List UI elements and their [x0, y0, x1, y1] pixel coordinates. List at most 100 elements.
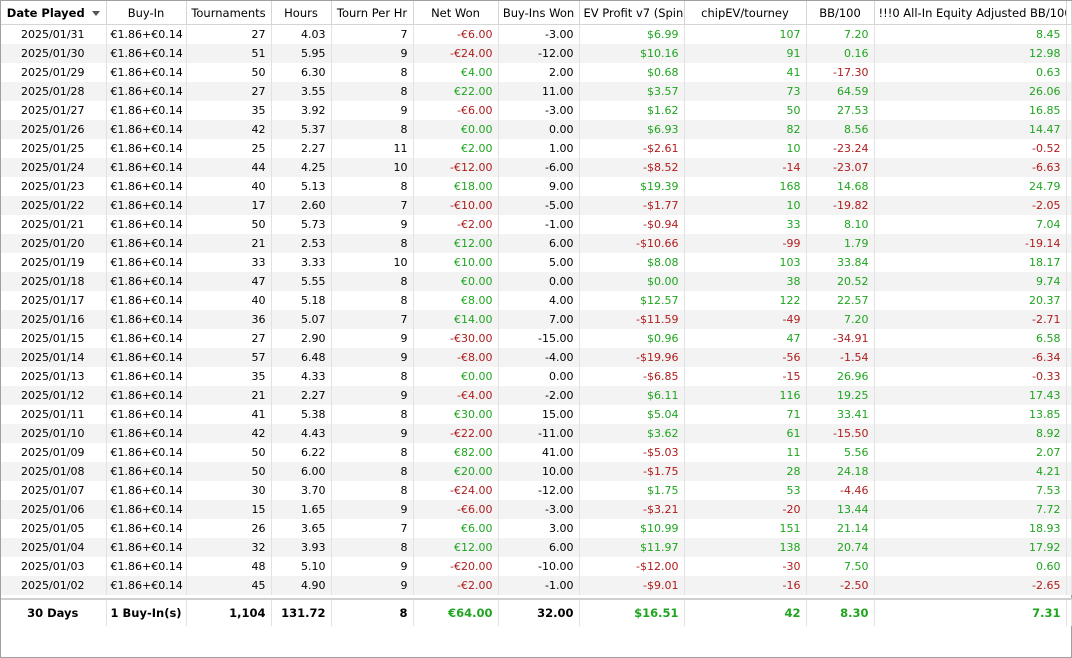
cell-ev: $8.08	[579, 252, 685, 272]
table-row[interactable]: 2025/01/18 €1.86+€0.14 47 5.55 8 €0.00 0.00 $0.…	[1, 271, 1072, 291]
cell-tourn: 35	[186, 100, 272, 120]
cell-aie: 8.92	[874, 423, 1067, 443]
cell-pad	[1066, 290, 1072, 310]
cell-hours: 2.53	[271, 233, 332, 253]
table-row[interactable]: 2025/01/30 €1.86+€0.14 51 5.95 9 -€24.00 -12.0…	[1, 43, 1072, 63]
cell-hours: 2.90	[271, 328, 332, 348]
cell-hours: 6.22	[271, 442, 332, 462]
cell-net: €30.00	[413, 404, 499, 424]
table-row[interactable]: 2025/01/25 €1.86+€0.14 25 2.27 11 €2.00 1.00 -$…	[1, 138, 1072, 158]
cell-bb: -17.30	[806, 62, 875, 82]
cell-date: 2025/01/17	[1, 290, 107, 310]
column-header-date[interactable]: Date Played	[1, 1, 107, 25]
cell-hours: 5.95	[271, 43, 332, 63]
cell-date: 2025/01/11	[1, 404, 107, 424]
table-row[interactable]: 2025/01/13 €1.86+€0.14 35 4.33 8 €0.00 0.00 -$6…	[1, 366, 1072, 386]
column-header-aie[interactable]: !!!0 All-In Equity Adjusted BB/100	[874, 1, 1067, 25]
cell-biw: -3.00	[498, 499, 580, 519]
table-row[interactable]: 2025/01/06 €1.86+€0.14 15 1.65 9 -€6.00 -3.00-…	[1, 499, 1072, 519]
column-header-buyin[interactable]: Buy-In	[106, 1, 187, 25]
cell-tph: 8	[331, 119, 414, 139]
cell-tourn: 32	[186, 537, 272, 557]
cell-tph: 8	[331, 233, 414, 253]
cell-tourn: 40	[186, 176, 272, 196]
cell-buyin: €1.86+€0.14	[106, 328, 187, 348]
table-row[interactable]: 2025/01/15 €1.86+€0.14 27 2.90 9 -€30.00 -15.0…	[1, 328, 1072, 348]
table-row[interactable]: 2025/01/07 €1.86+€0.14 30 3.70 8 -€24.00 -12.0…	[1, 480, 1072, 500]
table-row[interactable]: 2025/01/29 €1.86+€0.14 50 6.30 8 €4.00 2.00 $0.…	[1, 62, 1072, 82]
table-row[interactable]: 2025/01/27 €1.86+€0.14 35 3.92 9 -€6.00 -3.00 $…	[1, 100, 1072, 120]
cell-biw: 6.00	[498, 537, 580, 557]
cell-biw: -1.00	[498, 575, 580, 595]
table-row[interactable]: 2025/01/08 €1.86+€0.14 50 6.00 8 €20.00 10.00-…	[1, 461, 1072, 481]
column-header-ev[interactable]: EV Profit v7 (Spin)	[579, 1, 685, 25]
table-row[interactable]: 2025/01/28 €1.86+€0.14 27 3.55 8 €22.00 11.00 $…	[1, 81, 1072, 101]
cell-bb: -19.82	[806, 195, 875, 215]
cell-tph: 8	[331, 480, 414, 500]
cell-ev: -$2.61	[579, 138, 685, 158]
cell-date: 2025/01/09	[1, 442, 107, 462]
cell-buyin: €1.86+€0.14	[106, 480, 187, 500]
table-row[interactable]: 2025/01/21 €1.86+€0.14 50 5.73 9 -€2.00 -1.00-…	[1, 214, 1072, 234]
table-row[interactable]: 2025/01/14 €1.86+€0.14 57 6.48 9 -€8.00 -4.00-…	[1, 347, 1072, 367]
cell-aie: -19.14	[874, 233, 1067, 253]
cell-buyin: €1.86+€0.14	[106, 442, 187, 462]
cell-pad	[1066, 176, 1072, 196]
table-row[interactable]: 2025/01/24 €1.86+€0.14 44 4.25 10 -€12.00 -6.0…	[1, 157, 1072, 177]
table-row[interactable]: 2025/01/11 €1.86+€0.14 41 5.38 8 €30.00 15.00 $…	[1, 404, 1072, 424]
cell-ev: $3.57	[579, 81, 685, 101]
cell-tourn: 17	[186, 195, 272, 215]
table-row[interactable]: 2025/01/20 €1.86+€0.14 21 2.53 8 €12.00 6.00 -$…	[1, 233, 1072, 253]
table-row[interactable]: 2025/01/22 €1.86+€0.14 17 2.60 7 -€10.00 -5.00…	[1, 195, 1072, 215]
column-header-tourn[interactable]: Tournaments	[186, 1, 272, 25]
cell-pad	[1066, 119, 1072, 139]
column-header-bb[interactable]: BB/100	[806, 1, 875, 25]
table-row[interactable]: 2025/01/02 €1.86+€0.14 45 4.90 9 -€2.00 -1.00-…	[1, 575, 1072, 595]
cell-net: -€4.00	[413, 385, 499, 405]
cell-tourn: 35	[186, 366, 272, 386]
table-row[interactable]: 2025/01/03 €1.86+€0.14 48 5.10 9 -€20.00 -10.0…	[1, 556, 1072, 576]
session-report-window: Date Played Buy-In Tournaments Hours Tourn P…	[0, 0, 1072, 658]
table-row[interactable]: 2025/01/04 €1.86+€0.14 32 3.93 8 €12.00 6.00 $1…	[1, 537, 1072, 557]
table-row[interactable]: 2025/01/23 €1.86+€0.14 40 5.13 8 €18.00 9.00 $1…	[1, 176, 1072, 196]
cell-biw: 9.00	[498, 176, 580, 196]
column-header-pad[interactable]	[1066, 1, 1072, 25]
cell-tph: 9	[331, 100, 414, 120]
column-header-biw[interactable]: Buy-Ins Won	[498, 1, 580, 25]
table-row[interactable]: 2025/01/17 €1.86+€0.14 40 5.18 8 €8.00 4.00 $12…	[1, 290, 1072, 310]
cell-pad	[1066, 423, 1072, 443]
cell-tph: 8	[331, 176, 414, 196]
cell-aie: 17.92	[874, 537, 1067, 557]
column-header-hours[interactable]: Hours	[271, 1, 332, 25]
cell-biw: -11.00	[498, 423, 580, 443]
cell-hours: 1.65	[271, 499, 332, 519]
cell-bb: 7.20	[806, 309, 875, 329]
table-row[interactable]: 2025/01/10 €1.86+€0.14 42 4.43 9 -€22.00 -11.0…	[1, 423, 1072, 443]
table-row[interactable]: 2025/01/19 €1.86+€0.14 33 3.33 10 €10.00 5.00 $…	[1, 252, 1072, 272]
cell-tph: 9	[331, 556, 414, 576]
cell-chip: -14	[684, 157, 807, 177]
column-header-net[interactable]: Net Won	[413, 1, 499, 25]
table-row[interactable]: 2025/01/16 €1.86+€0.14 36 5.07 7 €14.00 7.00 -$…	[1, 309, 1072, 329]
table-body: 2025/01/31 €1.86+€0.14 27 4.03 7 -€6.00 -3.00 $…	[1, 24, 1072, 595]
column-header-label: Net Won	[431, 5, 480, 20]
cell-chip: -99	[684, 233, 807, 253]
cell-aie: -2.71	[874, 309, 1067, 329]
cell-hours: 4.25	[271, 157, 332, 177]
cell-hours: 6.30	[271, 62, 332, 82]
cell-biw: -5.00	[498, 195, 580, 215]
cell-date: 2025/01/20	[1, 233, 107, 253]
table-row[interactable]: 2025/01/26 €1.86+€0.14 42 5.37 8 €0.00 0.00 $6.…	[1, 119, 1072, 139]
table-row[interactable]: 2025/01/09 €1.86+€0.14 50 6.22 8 €82.00 41.00-…	[1, 442, 1072, 462]
column-header-tph[interactable]: Tourn Per Hr	[331, 1, 414, 25]
table-row[interactable]: 2025/01/31 €1.86+€0.14 27 4.03 7 -€6.00 -3.00 $…	[1, 24, 1072, 44]
cell-aie: 7.04	[874, 214, 1067, 234]
table-row[interactable]: 2025/01/12 €1.86+€0.14 21 2.27 9 -€4.00 -2.00 $…	[1, 385, 1072, 405]
column-header-chip[interactable]: chipEV/tourney	[684, 1, 807, 25]
cell-tourn: 40	[186, 290, 272, 310]
table-row[interactable]: 2025/01/05 €1.86+€0.14 26 3.65 7 €6.00 3.00 $10…	[1, 518, 1072, 538]
cell-buyin: €1.86+€0.14	[106, 385, 187, 405]
chevron-down-icon[interactable]	[91, 10, 100, 16]
totals-row: 30 Days 1 Buy-In(s) 1,104 131.72 8 €64.00 32.0…	[1, 597, 1072, 626]
cell-tourn: 45	[186, 575, 272, 595]
